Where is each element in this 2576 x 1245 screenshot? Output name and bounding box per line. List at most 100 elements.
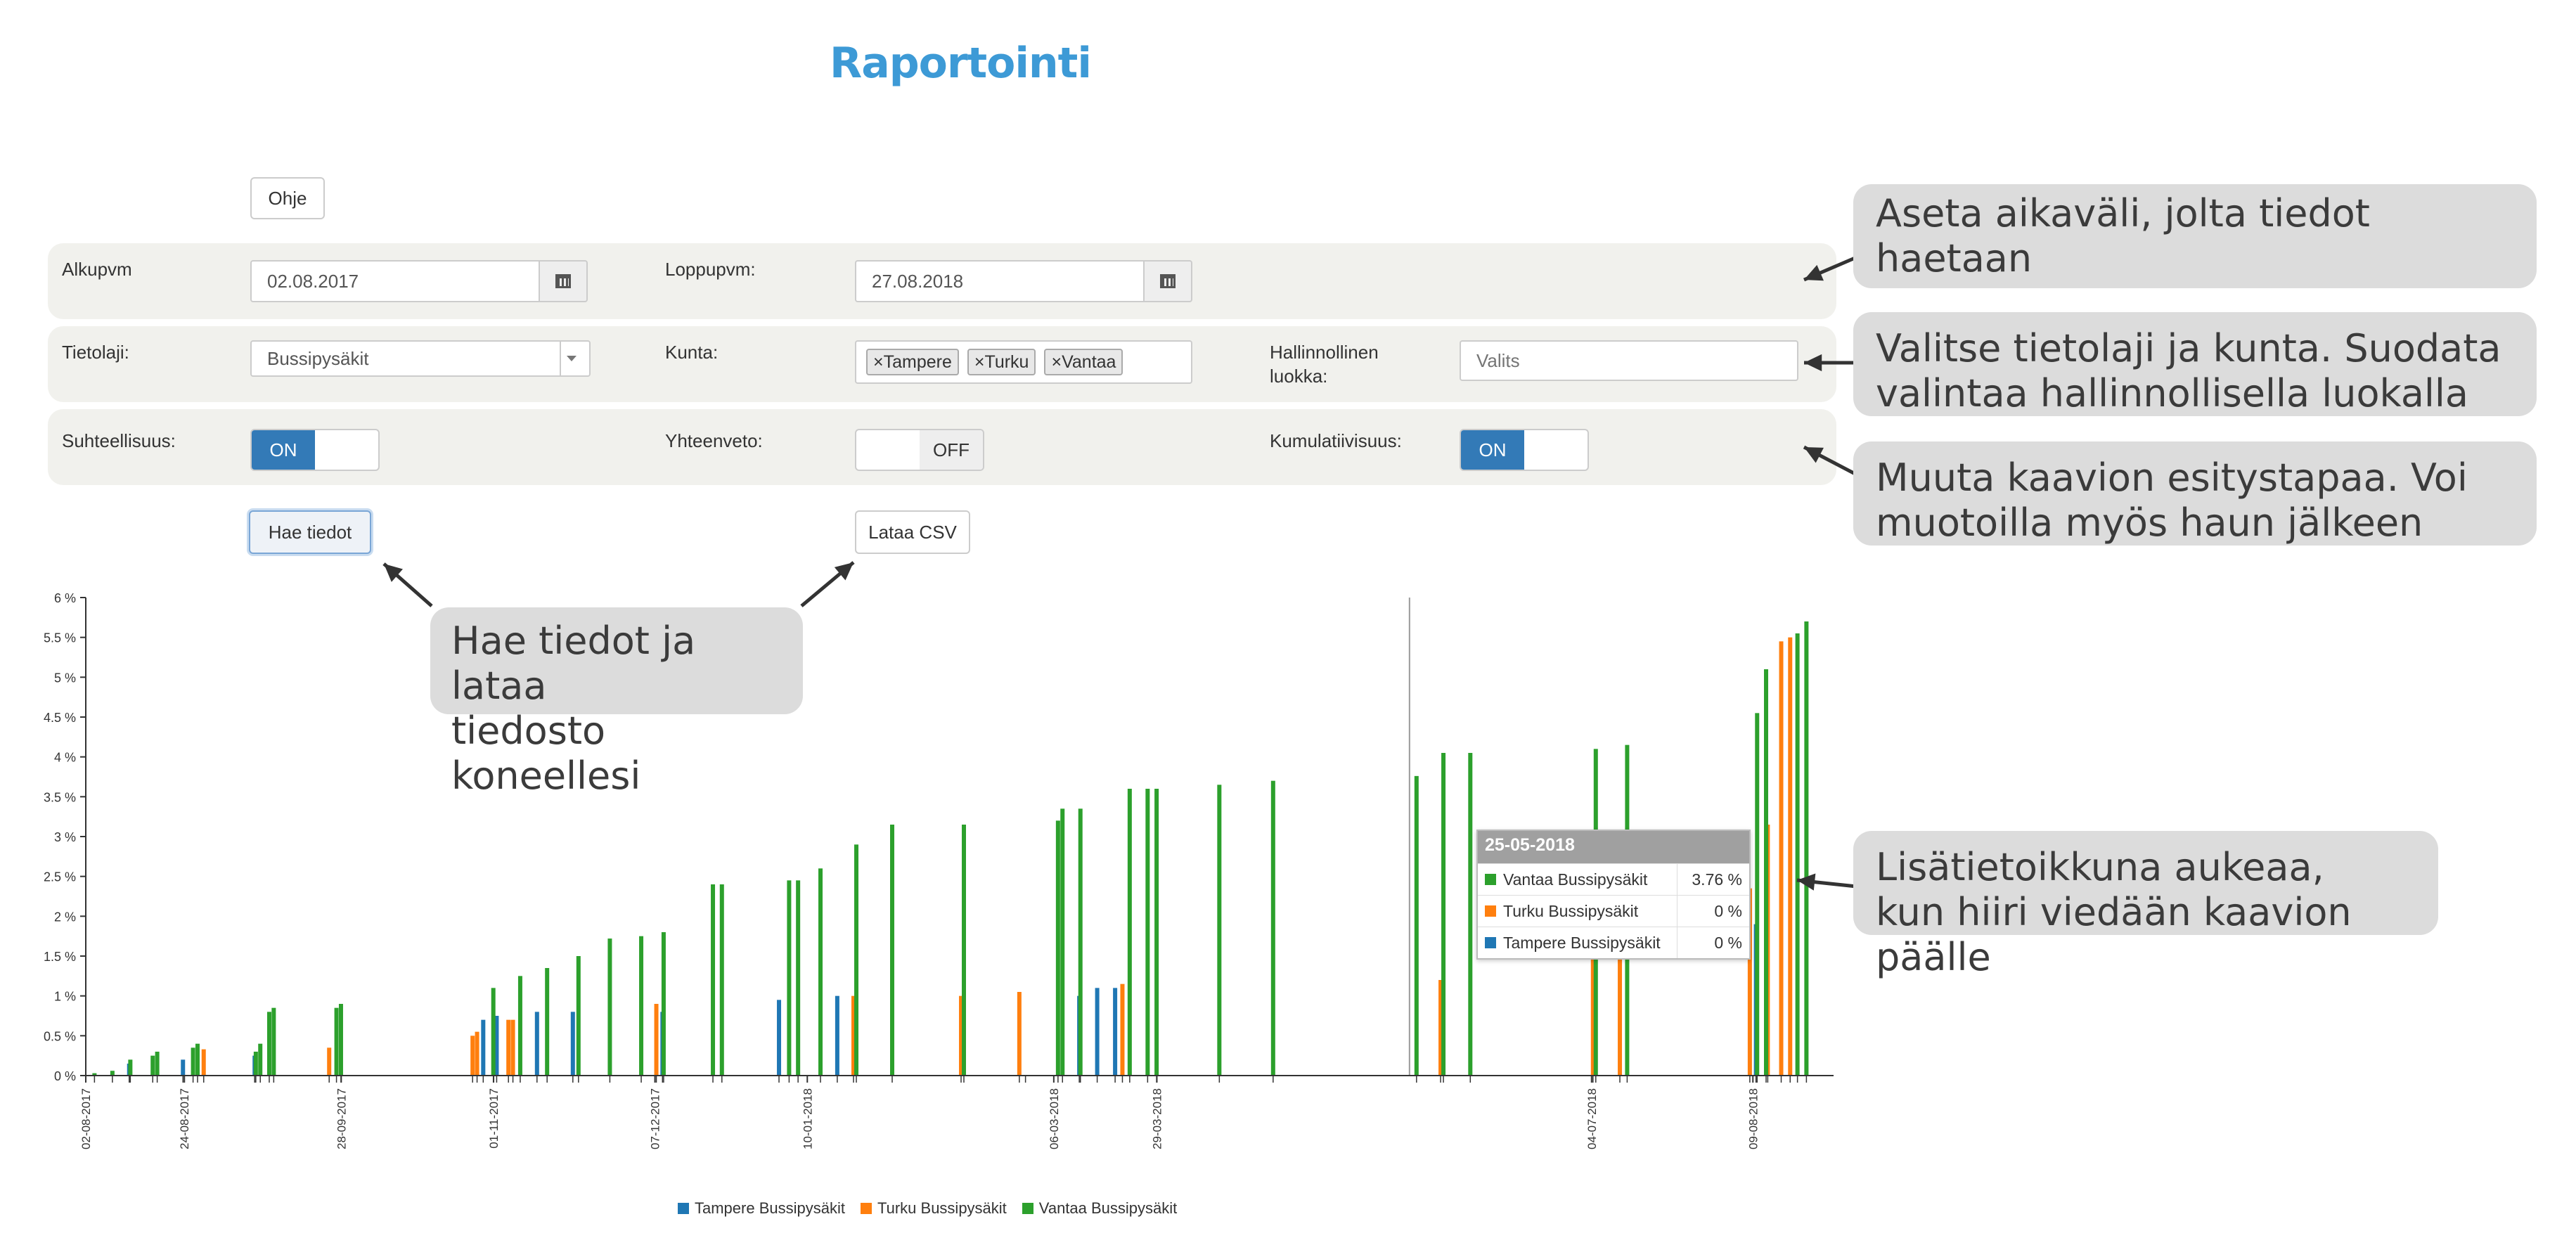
callout-tooltip: Lisätietoikkuna aukeaa, kun hiiri viedään… [1853, 831, 2438, 979]
chart-bar[interactable] [1017, 992, 1022, 1076]
chart-bar[interactable] [1755, 713, 1760, 1076]
callout-fetch: Hae tiedot ja lataa tiedosto koneellesi [430, 607, 803, 798]
tooltip-swatch [1485, 874, 1496, 885]
x-tick-label: 10-01-2018 [801, 1088, 814, 1149]
chart-bar[interactable] [639, 936, 644, 1076]
chart-bar[interactable] [191, 1047, 195, 1076]
legend-item-turku[interactable]: Turku Bussipysäkit [860, 1199, 1007, 1218]
chart-bar[interactable] [787, 880, 792, 1076]
y-tick-label: 5 % [54, 671, 76, 685]
chart-bar[interactable] [1804, 621, 1809, 1076]
chart-bar[interactable] [1270, 780, 1275, 1076]
chart-bar[interactable] [491, 988, 496, 1076]
chart-bar[interactable] [181, 1059, 186, 1076]
chart-bar[interactable] [1055, 820, 1060, 1076]
chart-bar[interactable] [1441, 753, 1446, 1076]
chart-bar[interactable] [1217, 785, 1222, 1076]
chart-bar[interactable] [796, 880, 801, 1076]
chart-bar[interactable] [1078, 808, 1083, 1076]
chart-bar[interactable] [1060, 808, 1065, 1076]
chart-bar[interactable] [534, 1012, 539, 1076]
chart-bar[interactable] [155, 1052, 160, 1076]
chart-bar[interactable] [327, 1047, 332, 1076]
x-tick-label: 01-11-2017 [487, 1088, 501, 1149]
chart-bar[interactable] [835, 995, 839, 1076]
x-tick-label: 09-08-2018 [1746, 1088, 1760, 1149]
chart-bar[interactable] [654, 1004, 659, 1076]
chart-bar[interactable] [854, 844, 859, 1076]
tooltip-row: Tampere Bussipysäkit 0 % [1478, 927, 1749, 958]
chart-bar[interactable] [470, 1036, 475, 1076]
x-tick-label: 07-12-2017 [649, 1088, 662, 1149]
chart-bar[interactable] [128, 1059, 133, 1076]
y-tick-label: 3.5 % [44, 790, 76, 804]
x-tick-label: 02-08-2017 [79, 1088, 93, 1149]
y-tick-label: 2.5 % [44, 870, 76, 884]
y-tick-label: 0 % [54, 1069, 76, 1083]
chart-bar[interactable] [1764, 669, 1769, 1076]
y-tick-label: 6 % [54, 591, 76, 605]
chart-bar[interactable] [576, 956, 581, 1076]
y-tick-label: 1.5 % [44, 950, 76, 964]
chart-bar[interactable] [1788, 637, 1793, 1076]
tooltip-swatch [1485, 937, 1496, 948]
chart-bar[interactable] [510, 1019, 515, 1076]
chart-bar[interactable] [818, 868, 823, 1076]
chart-bar[interactable] [1145, 789, 1150, 1076]
chart-tooltip: 25-05-2018 Vantaa Bussipysäkit 3.76 % Tur… [1476, 830, 1751, 960]
chart-bar[interactable] [570, 1012, 575, 1076]
chart-bar[interactable] [1095, 988, 1100, 1076]
y-tick-label: 2 % [54, 910, 76, 924]
chart-bar[interactable] [271, 1007, 276, 1076]
tooltip-row: Vantaa Bussipysäkit 3.76 % [1478, 863, 1749, 895]
chart-bar[interactable] [719, 884, 724, 1076]
callout-filters: Valitse tietolaji ja kunta. Suodata valin… [1853, 312, 2537, 416]
y-tick-label: 0.5 % [44, 1029, 76, 1043]
chart-bar[interactable] [475, 1031, 479, 1076]
chart-bar[interactable] [506, 1019, 511, 1076]
x-tick-label: 04-07-2018 [1585, 1088, 1599, 1149]
y-tick-label: 1 % [54, 990, 76, 1004]
chart-bar[interactable] [661, 932, 666, 1076]
chart-bar[interactable] [1468, 753, 1473, 1076]
chart-bar[interactable] [1779, 641, 1784, 1076]
chart-bar[interactable] [110, 1071, 115, 1076]
chart-bar[interactable] [266, 1012, 271, 1076]
x-tick-label: 29-03-2018 [1150, 1088, 1164, 1149]
chart-bar[interactable] [1154, 789, 1159, 1076]
chart-bar[interactable] [253, 1052, 258, 1076]
x-tick-label: 24-08-2017 [178, 1088, 191, 1149]
chart-bar[interactable] [195, 1043, 200, 1076]
y-tick-label: 5.5 % [44, 631, 76, 645]
chart-bar[interactable] [201, 1049, 206, 1076]
chart-bar[interactable] [1414, 775, 1419, 1076]
chart-bar[interactable] [545, 968, 550, 1076]
legend-swatch [1022, 1203, 1033, 1214]
tooltip-row: Turku Bussipysäkit 0 % [1478, 895, 1749, 927]
tooltip-swatch [1485, 905, 1496, 917]
chart-bar[interactable] [777, 1000, 782, 1076]
x-tick-label: 06-03-2018 [1048, 1088, 1061, 1149]
chart-bar[interactable] [1113, 988, 1118, 1076]
chart-bar[interactable] [334, 1007, 339, 1076]
chart-bar[interactable] [711, 884, 716, 1076]
y-tick-label: 3 % [54, 830, 76, 844]
chart-legend: Tampere Bussipysäkit Turku Bussipysäkit … [678, 1199, 1177, 1218]
chart-bar[interactable] [890, 825, 895, 1076]
chart-bar[interactable] [1127, 789, 1132, 1076]
chart-bar[interactable] [150, 1055, 155, 1076]
chart-bar[interactable] [258, 1043, 263, 1076]
y-tick-label: 4 % [54, 751, 76, 765]
chart-bar[interactable] [1120, 983, 1125, 1076]
chart-bar[interactable] [481, 1019, 486, 1076]
chart-bar[interactable] [338, 1004, 343, 1076]
legend-swatch [860, 1203, 872, 1214]
chart-bar[interactable] [962, 825, 966, 1076]
chart-bar[interactable] [607, 938, 612, 1076]
legend-swatch [678, 1203, 689, 1214]
arrow-head-icon [1804, 354, 1822, 372]
chart-bar[interactable] [1795, 633, 1800, 1076]
chart-bar[interactable] [517, 976, 522, 1076]
legend-item-tampere[interactable]: Tampere Bussipysäkit [678, 1199, 845, 1218]
legend-item-vantaa[interactable]: Vantaa Bussipysäkit [1022, 1199, 1177, 1218]
